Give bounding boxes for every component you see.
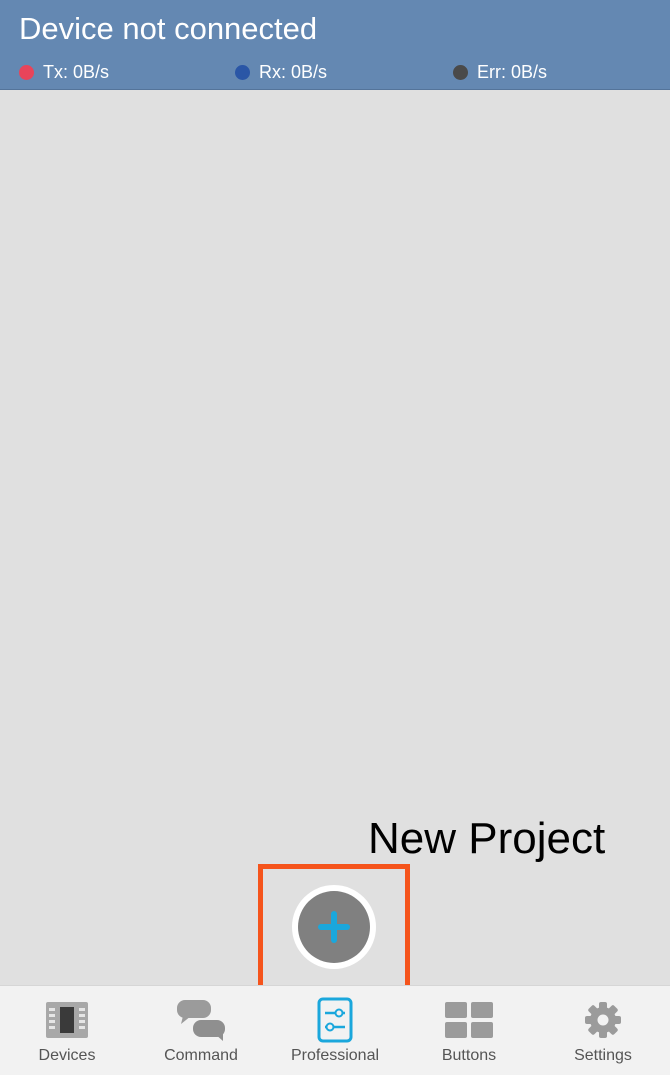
new-project-button[interactable] <box>292 885 376 969</box>
nav-label-devices: Devices <box>38 1047 96 1064</box>
bottom-navigation: Devices Command Professional Buttons Set… <box>0 985 670 1075</box>
nav-item-settings[interactable]: Settings <box>536 986 670 1075</box>
nav-item-professional[interactable]: Professional <box>268 986 402 1075</box>
connection-status-title: Device not connected <box>19 11 318 46</box>
tx-rate: Tx: 0B/s <box>19 60 109 84</box>
nav-label-command: Command <box>164 1047 238 1064</box>
nav-label-buttons: Buttons <box>441 1047 497 1064</box>
grid-buttons-icon <box>442 998 496 1042</box>
plus-icon <box>318 911 350 943</box>
nav-label-settings: Settings <box>574 1047 632 1064</box>
err-rate: Err: 0B/s <box>453 60 547 84</box>
device-chip-icon <box>40 998 94 1042</box>
nav-item-command[interactable]: Command <box>134 986 268 1075</box>
sliders-icon <box>308 997 362 1043</box>
status-header: Device not connected Tx: 0B/s Rx: 0B/s E… <box>0 0 670 90</box>
err-indicator-dot <box>453 64 468 80</box>
new-project-annotation: New Project <box>368 814 606 863</box>
chat-bubbles-icon <box>174 998 228 1042</box>
err-rate-label: Err: 0B/s <box>477 61 548 82</box>
nav-label-professional: Professional <box>290 1047 380 1064</box>
fab-circle[interactable] <box>298 891 370 963</box>
nav-item-buttons[interactable]: Buttons <box>402 986 536 1075</box>
tx-indicator-dot <box>19 64 34 80</box>
rx-rate-label: Rx: 0B/s <box>259 61 328 82</box>
tx-rate-label: Tx: 0B/s <box>43 61 110 82</box>
gear-icon <box>576 998 630 1042</box>
rx-indicator-dot <box>235 64 250 80</box>
rx-rate: Rx: 0B/s <box>235 60 327 84</box>
nav-item-devices[interactable]: Devices <box>0 986 134 1075</box>
